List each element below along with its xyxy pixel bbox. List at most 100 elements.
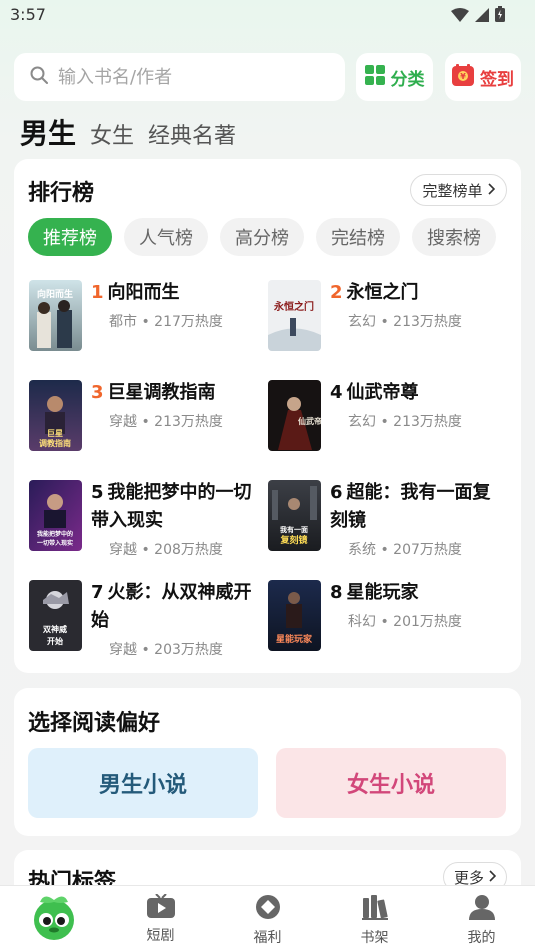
search-icon [30, 66, 48, 88]
book-cover: 向阳而生 [29, 280, 82, 351]
book-item[interactable]: 星能玩家 8 星能玩家 科幻 • 201万热度 [268, 580, 508, 654]
chevron-right-icon [488, 868, 497, 886]
book-rank: 7 [91, 582, 104, 603]
book-item[interactable]: 我有一面 复刻镜 6 超能：我有一面复刻镜 系统 • 207万热度 [268, 480, 508, 558]
full-list-label: 完整榜单 [422, 181, 483, 200]
book-rank: 8 [330, 582, 343, 603]
book-rank: 3 [91, 382, 104, 403]
book-meta: 穿越 • 208万热度 [109, 542, 223, 558]
category-button[interactable]: 分类 [356, 53, 433, 101]
calendar-icon: ¥ [452, 63, 474, 91]
nav-bookshelf[interactable]: 书架 [321, 886, 428, 951]
svg-text:仙武帝尊: 仙武帝尊 [298, 416, 321, 426]
grid-icon [364, 64, 385, 90]
book-meta: 科幻 • 201万热度 [348, 614, 462, 630]
wifi-icon [451, 7, 469, 26]
book-item[interactable]: 永恒之门 2 永恒之门 玄幻 • 213万热度 [268, 280, 508, 354]
tab-popular[interactable]: 人气榜 [124, 218, 208, 256]
tab-male[interactable]: 男生 [20, 112, 76, 152]
female-novel-button[interactable]: 女生小说 [276, 748, 506, 818]
book-item[interactable]: 我能把梦中的 一切带入现实 5 我能把梦中的一切带入现实 穿越 • 208万热度 [29, 479, 269, 558]
book-rank: 4 [330, 382, 343, 403]
rank-tabs: 推荐榜 人气榜 高分榜 完结榜 搜索榜 [28, 218, 515, 256]
bottom-nav: 短剧 福利 书架 我的 [0, 885, 535, 951]
signin-button[interactable]: ¥ 签到 [445, 53, 521, 101]
book-item[interactable]: 双神威开始 7 火影：从双神威开始 穿越 • 203万热度 [29, 579, 269, 658]
chevron-right-icon [487, 181, 495, 199]
svg-text:我有一面: 我有一面 [280, 525, 308, 534]
tv-icon [146, 893, 175, 922]
nav-label: 福利 [253, 930, 282, 946]
book-name: 向阳而生 [107, 282, 180, 303]
user-icon [468, 894, 495, 924]
book-title: 3 巨星调教指南 [91, 379, 266, 407]
ranking-card: 排行榜 完整榜单 推荐榜 人气榜 高分榜 完结榜 搜索榜 向阳而生 1 向阳而生 … [14, 159, 521, 673]
book-item[interactable]: 向阳而生 1 向阳而生 都市 • 217万热度 [29, 280, 269, 354]
nav-label: 书架 [360, 930, 389, 946]
status-bar: 3:57 [0, 0, 535, 30]
book-meta: 系统 • 207万热度 [348, 542, 462, 558]
tab-recommend[interactable]: 推荐榜 [28, 218, 112, 256]
svg-text:开始: 开始 [47, 636, 63, 646]
bookshelf-icon [361, 894, 388, 924]
book-meta: 都市 • 217万热度 [109, 314, 223, 330]
tab-female[interactable]: 女生 [90, 118, 134, 150]
gender-tabs: 男生 女生 经典名著 [20, 112, 236, 152]
book-title: 7 火影：从双神威开始 [91, 579, 266, 635]
book-name: 我能把梦中的一切带入现实 [91, 482, 252, 531]
status-icons [451, 6, 505, 26]
svg-text:我能把梦中的: 我能把梦中的 [37, 530, 73, 538]
full-list-button[interactable]: 完整榜单 [410, 174, 507, 206]
status-time: 3:57 [10, 5, 46, 24]
nav-short-drama[interactable]: 短剧 [107, 886, 214, 951]
nav-welfare[interactable]: 福利 [214, 886, 321, 951]
bookstore-mascot-icon [30, 894, 78, 944]
book-name: 永恒之门 [346, 282, 419, 303]
book-rank: 1 [91, 282, 104, 303]
book-cover: 巨星 调教指南 [29, 380, 82, 451]
book-name: 巨星调教指南 [107, 382, 216, 403]
book-cover: 我有一面 复刻镜 [268, 480, 321, 551]
male-novel-button[interactable]: 男生小说 [28, 748, 258, 818]
book-title: 1 向阳而生 [91, 279, 266, 307]
tab-classics[interactable]: 经典名著 [148, 118, 236, 150]
nav-label: 短剧 [146, 928, 175, 944]
book-meta: 玄幻 • 213万热度 [348, 414, 462, 430]
book-name: 仙武帝尊 [346, 382, 419, 403]
book-name: 超能：我有一面复刻镜 [330, 482, 491, 531]
book-cover: 双神威 开始 [29, 580, 82, 651]
book-rank: 6 [330, 482, 343, 503]
nav-label: 我的 [467, 930, 496, 946]
book-title: 8 星能玩家 [330, 579, 505, 607]
book-item[interactable]: 仙武帝尊 4仙武帝尊 玄幻 • 213万热度 [268, 380, 508, 454]
book-name: 星能玩家 [346, 582, 419, 603]
svg-text:调教指南: 调教指南 [39, 438, 71, 448]
svg-text:向阳而生: 向阳而生 [37, 288, 73, 300]
battery-icon [495, 6, 505, 26]
nav-mine[interactable]: 我的 [428, 886, 535, 951]
book-cover: 星能玩家 [268, 580, 321, 651]
svg-text:双神威: 双神威 [43, 624, 67, 634]
svg-text:星能玩家: 星能玩家 [276, 633, 313, 645]
tab-high-score[interactable]: 高分榜 [220, 218, 304, 256]
tab-search[interactable]: 搜索榜 [412, 218, 496, 256]
tab-completed[interactable]: 完结榜 [316, 218, 400, 256]
svg-text:永恒之门: 永恒之门 [273, 300, 314, 313]
svg-text:一切带入现实: 一切带入现实 [37, 539, 73, 547]
nav-bookstore[interactable] [0, 886, 107, 951]
book-meta: 玄幻 • 213万热度 [348, 314, 462, 330]
book-rank: 2 [330, 282, 343, 303]
search-input[interactable] [58, 66, 308, 88]
book-cover: 永恒之门 [268, 280, 321, 351]
category-label: 分类 [390, 69, 425, 90]
book-meta: 穿越 • 203万热度 [109, 642, 223, 658]
svg-text:¥: ¥ [460, 72, 466, 81]
search-box[interactable] [14, 53, 345, 101]
book-item[interactable]: 巨星 调教指南 3 巨星调教指南 穿越 • 213万热度 [29, 380, 269, 454]
book-cover: 仙武帝尊 [268, 380, 321, 451]
book-title: 5 我能把梦中的一切带入现实 [91, 479, 266, 535]
svg-text:复刻镜: 复刻镜 [279, 534, 307, 546]
preference-card: 选择阅读偏好 男生小说 女生小说 [14, 688, 521, 836]
preference-title: 选择阅读偏好 [28, 711, 161, 736]
signin-label: 签到 [480, 69, 514, 90]
